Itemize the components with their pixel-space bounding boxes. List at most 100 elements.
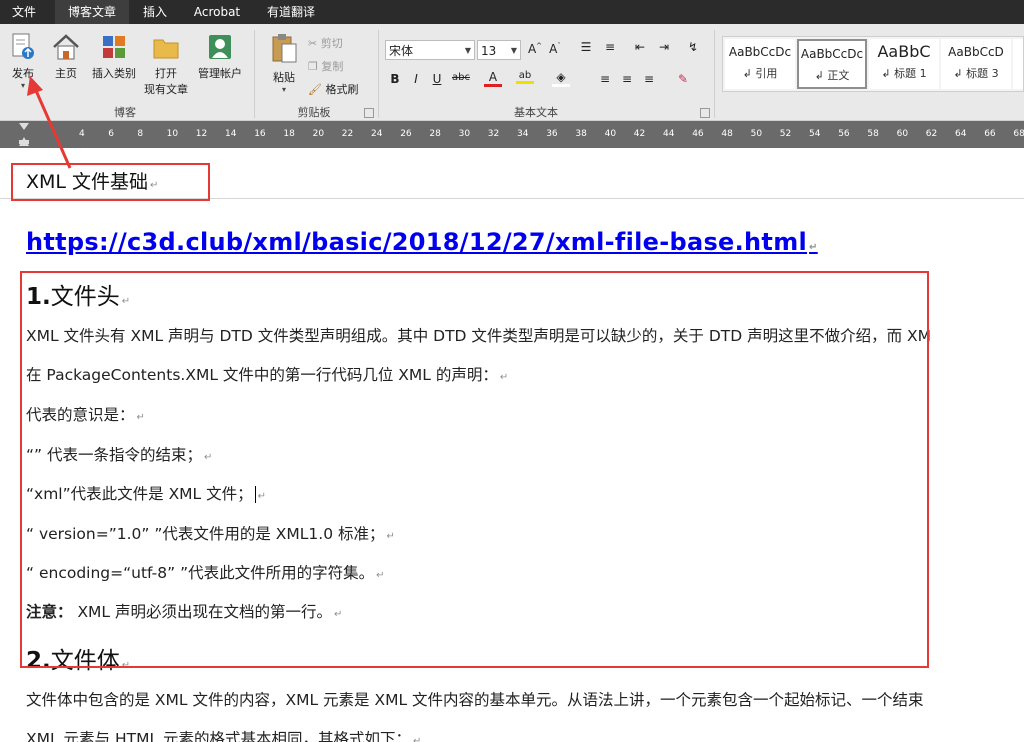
- format-painter-button[interactable]: 🖌 格式刷: [308, 81, 358, 97]
- eraser-icon[interactable]: ✎: [674, 72, 692, 86]
- paste-dropdown-arrow[interactable]: ▾: [264, 85, 304, 94]
- horizontal-ruler[interactable]: 4 6 8 10 12 14 16 18 20 22 24 26 28 30 32 34 36 38 40 42 44 4…: [0, 121, 1024, 148]
- ruler-tick: 48: [721, 129, 733, 139]
- style-heading-1[interactable]: AaBbC ↲ 标题 1: [869, 39, 939, 89]
- paragraph: XML 元素与 HTML 元素的格式基本相同，其格式如下： ↵: [26, 730, 422, 742]
- copy-button[interactable]: ❐ 复制: [308, 58, 343, 74]
- tab-insert[interactable]: 插入: [131, 0, 179, 24]
- open-existing-label-2: 现有文章: [144, 83, 188, 96]
- ruler-tick: 62: [925, 129, 938, 139]
- tab-blog-post[interactable]: 博客文章: [55, 0, 129, 24]
- ruler-tick: 20: [312, 129, 325, 139]
- ruler-tick: 24: [371, 129, 383, 139]
- style-heading-3[interactable]: AaBbCcD ↲ 标题 3: [941, 39, 1011, 89]
- style-sample: AaBbCcDc: [728, 45, 792, 59]
- paste-icon: [272, 34, 297, 63]
- ruler-tick: 12: [195, 129, 208, 139]
- copy-label: 复制: [321, 60, 344, 73]
- style-name: ↲ 标题 3: [953, 67, 999, 80]
- indent-marker-icon[interactable]: [14, 121, 44, 148]
- ruler-tick: 14: [225, 129, 237, 139]
- font-dialog-launcher[interactable]: [700, 108, 710, 118]
- ruler-tick: 60: [896, 129, 909, 139]
- open-existing-button[interactable]: 打开 现有文章: [140, 32, 192, 97]
- format-painter-icon: 🖌: [308, 83, 322, 96]
- bullet-list-icon[interactable]: ☰: [577, 40, 595, 54]
- ruler-tick: 68: [1013, 129, 1024, 139]
- font-color-button[interactable]: A: [484, 70, 502, 87]
- blog-group-label: 博客: [114, 106, 136, 119]
- style-sample: AaBbCcDc: [800, 47, 864, 61]
- shading-icon[interactable]: ◈: [552, 70, 570, 87]
- bold-button[interactable]: B: [386, 72, 404, 86]
- publish-icon: [12, 33, 34, 59]
- ruler-tick: 56: [838, 129, 850, 139]
- style-more[interactable]: [1013, 39, 1023, 89]
- align-right-icon[interactable]: ≡: [640, 72, 658, 86]
- ruler-tick: 54: [809, 129, 821, 139]
- numbered-list-icon[interactable]: ≡: [601, 40, 619, 54]
- underline-button[interactable]: U: [428, 72, 446, 86]
- paste-button[interactable]: 粘贴 ▾: [264, 32, 304, 94]
- tab-file[interactable]: 文件: [0, 0, 48, 24]
- manage-accounts-button[interactable]: 管理帐户: [194, 32, 246, 81]
- ruler-tick: 44: [663, 129, 675, 139]
- ruler-tick: 38: [575, 129, 587, 139]
- group-separator: [254, 30, 255, 118]
- italic-button[interactable]: I: [407, 72, 425, 86]
- insert-category-button[interactable]: 插入类别: [88, 32, 140, 81]
- font-name-combo[interactable]: 宋体 ▼: [385, 40, 475, 60]
- ruler-tick: 26: [400, 129, 412, 139]
- cut-button[interactable]: ✂ 剪切: [308, 35, 343, 51]
- folder-icon: [153, 39, 179, 59]
- ruler-tick: 16: [254, 129, 266, 139]
- increase-indent-icon[interactable]: ⇥: [655, 40, 673, 54]
- clipboard-dialog-launcher[interactable]: [364, 108, 374, 118]
- source-link[interactable]: https://c3d.club/xml/basic/2018/12/27/xm…: [26, 228, 818, 256]
- ruler-tick: 34: [517, 129, 529, 139]
- style-quote[interactable]: AaBbCcDc ↲ 引用: [725, 39, 795, 89]
- font-group-label: 基本文本: [514, 106, 558, 119]
- ruler-tick: 4: [79, 129, 85, 139]
- align-center-icon[interactable]: ≡: [618, 72, 636, 86]
- ruler-tick: 8: [137, 129, 144, 139]
- style-name: ↲ 正文: [814, 69, 850, 82]
- scissors-icon: ✂: [308, 37, 318, 50]
- menu-bar: 文件 博客文章 插入 Acrobat 有道翻译: [0, 0, 1024, 24]
- shrink-font-button[interactable]: Aˇ: [546, 42, 564, 56]
- style-name: ↲ 标题 1: [881, 67, 927, 80]
- font-size-combo[interactable]: 13 ▼: [477, 40, 521, 60]
- publish-button[interactable]: 发布 ▾: [6, 32, 40, 90]
- style-normal[interactable]: AaBbCcDc ↲ 正文: [797, 39, 867, 89]
- decrease-indent-icon[interactable]: ⇤: [631, 40, 649, 54]
- style-name: ↲ 引用: [742, 67, 778, 80]
- home-label: 主页: [55, 67, 77, 80]
- ruler-tick: 32: [487, 129, 500, 139]
- publish-label: 发布: [12, 67, 34, 80]
- grow-font-button[interactable]: A^: [526, 42, 544, 56]
- font-size-value: 13: [481, 44, 497, 58]
- ruler-tick: 36: [546, 129, 558, 139]
- annotation-content-box: [20, 271, 929, 668]
- ruler-tick: 22: [341, 129, 354, 139]
- highlight-button[interactable]: ab: [516, 70, 534, 84]
- ruler-tick: 42: [633, 129, 646, 139]
- cut-label: 剪切: [320, 37, 343, 50]
- category-icon: [103, 36, 125, 58]
- copy-icon: ❐: [308, 60, 318, 73]
- strikethrough-button[interactable]: abc: [452, 72, 470, 83]
- ruler-tick: 18: [283, 129, 295, 139]
- tab-acrobat[interactable]: Acrobat: [182, 0, 252, 24]
- align-left-icon[interactable]: ≡: [596, 72, 614, 86]
- tab-youdao-translate[interactable]: 有道翻译: [256, 0, 326, 24]
- ruler-tick: 46: [692, 129, 704, 139]
- ruler-tick: 30: [458, 129, 471, 139]
- ruler-tick: 10: [166, 129, 179, 139]
- style-sample: AaBbCcD: [948, 45, 1004, 59]
- publish-dropdown-arrow[interactable]: ▾: [6, 81, 40, 90]
- ruler-tick: 6: [108, 129, 114, 139]
- chevron-down-icon: ▼: [510, 46, 517, 55]
- home-button[interactable]: 主页: [50, 32, 82, 81]
- ruler-tick: 50: [750, 129, 763, 139]
- clear-format-icon[interactable]: ↯: [684, 40, 702, 54]
